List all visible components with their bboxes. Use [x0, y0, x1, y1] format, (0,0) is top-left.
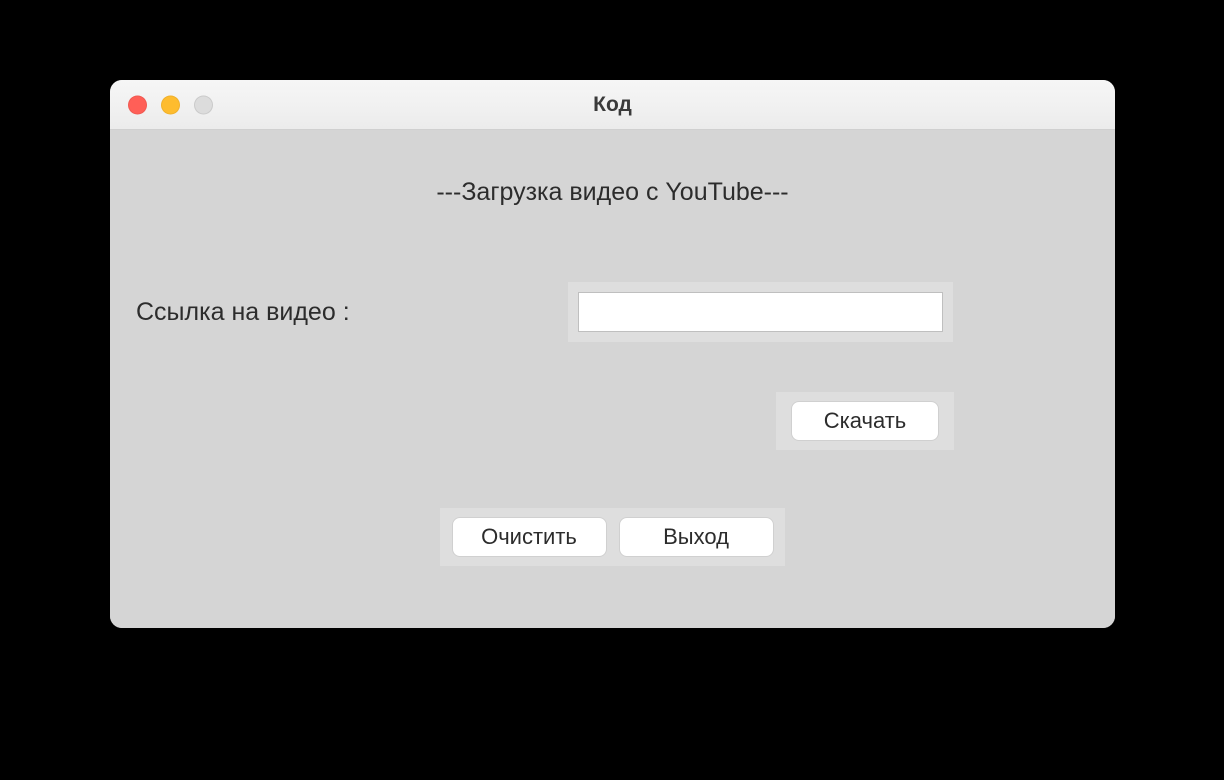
bottom-button-row: Очистить Выход — [440, 508, 785, 566]
titlebar: Код — [110, 80, 1115, 130]
download-button-wrap: Скачать — [776, 392, 954, 450]
exit-button[interactable]: Выход — [619, 517, 774, 557]
clear-button[interactable]: Очистить — [452, 517, 607, 557]
video-link-input[interactable] — [578, 292, 943, 332]
app-body: ---Загрузка видео с YouTube--- Ссылка на… — [110, 130, 1115, 628]
video-link-input-wrap — [568, 282, 953, 342]
window-title: Код — [110, 93, 1115, 117]
video-link-label: Ссылка на видео : — [136, 298, 350, 327]
app-window: Код ---Загрузка видео с YouTube--- Ссылк… — [110, 80, 1115, 628]
page-heading: ---Загрузка видео с YouTube--- — [110, 178, 1115, 207]
download-button[interactable]: Скачать — [791, 401, 939, 441]
